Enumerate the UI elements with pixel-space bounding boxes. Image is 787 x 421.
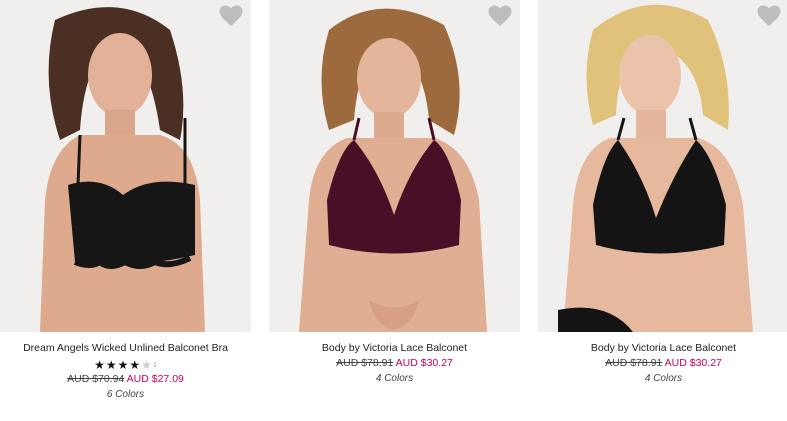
product-image[interactable] (0, 0, 251, 332)
product-name[interactable]: Dream Angels Wicked Unlined Balconet Bra (0, 341, 251, 356)
sale-price: AUD $30.27 (664, 357, 722, 369)
product-info: Body by Victoria Lace Balconet AUD $78.9… (269, 341, 520, 386)
sale-price: AUD $27.09 (126, 373, 184, 385)
product-image[interactable] (269, 0, 520, 332)
price-line: AUD $78.91 AUD $30.27 (538, 356, 787, 371)
product-info: Body by Victoria Lace Balconet AUD $78.9… (538, 341, 787, 386)
star-empty-icon: ★ (141, 358, 153, 372)
price-line: AUD $70.94 AUD $27.09 (0, 372, 251, 387)
price-line: AUD $78.91 AUD $30.27 (269, 356, 520, 371)
heart-icon[interactable] (757, 5, 781, 27)
product-card[interactable]: Dream Angels Wicked Unlined Balconet Bra… (0, 0, 251, 421)
product-grid: Dream Angels Wicked Unlined Balconet Bra… (0, 0, 787, 421)
rating-stars: ★★★★★1 (0, 358, 251, 372)
original-price: AUD $78.91 (605, 357, 663, 369)
color-count-link[interactable]: 6 Colors (0, 387, 251, 402)
color-count-link[interactable]: 4 Colors (269, 371, 520, 386)
sale-price: AUD $30.27 (395, 357, 453, 369)
heart-icon[interactable] (488, 5, 512, 27)
original-price: AUD $78.91 (336, 357, 394, 369)
star-full-icon: ★★★★ (94, 358, 142, 372)
color-count-link[interactable]: 4 Colors (538, 371, 787, 386)
original-price: AUD $70.94 (67, 373, 125, 385)
product-name[interactable]: Body by Victoria Lace Balconet (269, 341, 520, 356)
product-name[interactable]: Body by Victoria Lace Balconet (538, 341, 787, 356)
product-info: Dream Angels Wicked Unlined Balconet Bra… (0, 341, 251, 402)
product-card[interactable]: Body by Victoria Lace Balconet AUD $78.9… (538, 0, 787, 421)
rating-count: 1 (152, 361, 157, 369)
product-image[interactable] (538, 0, 787, 332)
heart-icon[interactable] (219, 5, 243, 27)
product-card[interactable]: Body by Victoria Lace Balconet AUD $78.9… (269, 0, 520, 421)
